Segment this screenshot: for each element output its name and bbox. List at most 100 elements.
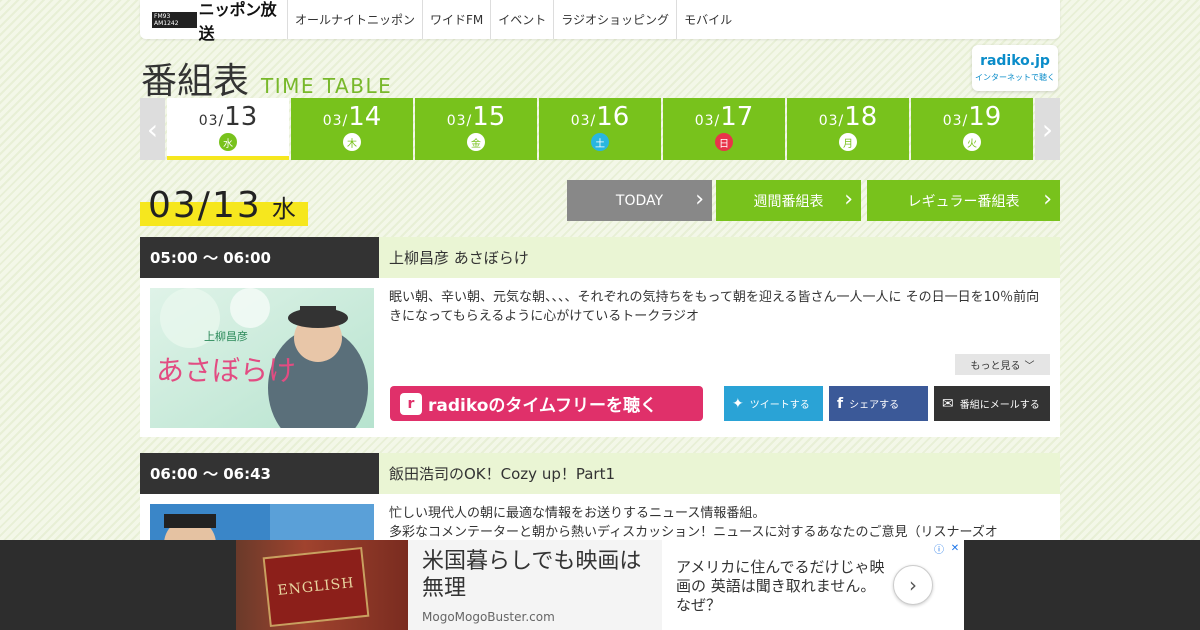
tab-day: 19: [968, 102, 1002, 132]
ad-next-button[interactable]: ›: [893, 565, 933, 605]
date-tab[interactable]: 03/18 月: [787, 98, 909, 160]
next-week-button[interactable]: ›: [1035, 98, 1060, 160]
ad-image[interactable]: ENGLISH: [236, 540, 408, 630]
program-description: 忙しい現代人の朝に最適な情報をお送りするニュース情報番組。 多彩なコメンテーター…: [389, 504, 1048, 542]
ad-info-icon[interactable]: ⓘ: [932, 541, 946, 556]
radiko-icon: r: [400, 392, 422, 415]
twitter-icon: ✦: [732, 395, 744, 412]
program-title[interactable]: 飯田浩司のOK！Cozy up！Part1: [379, 453, 1060, 494]
program-description-line: 忙しい現代人の朝に最適な情報をお送りするニュース情報番組。: [389, 506, 766, 521]
chevron-right-icon: ›: [695, 187, 704, 212]
facebook-icon: f: [837, 395, 844, 412]
page-title-ja: 番組表: [141, 61, 250, 102]
nav-item-allnightnippon[interactable]: オールナイトニッポン: [288, 0, 424, 39]
tab-day: 18: [844, 102, 878, 132]
tab-weekday: 木: [343, 133, 361, 151]
date-tabs: 03/13 水 03/14 木 03/15 金 03/16 土 03/17 日 03/18 月 03/1…: [167, 98, 1035, 160]
program-item: 05:00 ～ 06:00 上柳昌彦 あさぼらけ 上柳昌彦 あさぼらけ 眠い朝、…: [140, 237, 1060, 448]
top-navigation: FM93 AM1242 ニッポン放送 オールナイトニッポン ワイドFM イベント…: [140, 0, 1060, 43]
tab-month: 03/: [818, 113, 845, 129]
date-tab[interactable]: 03/14 木: [291, 98, 413, 160]
date-heading: 03/13 水: [140, 184, 308, 226]
logo-frequency: FM93 AM1242: [152, 11, 197, 28]
date-heading-date: 03/13: [148, 185, 262, 226]
mail-label: 番組にメールする: [959, 400, 1040, 411]
tab-day: 15: [472, 102, 506, 132]
program-image-text: あさぼらけ: [156, 354, 296, 387]
advertisement[interactable]: ENGLISH 米国暮らしでも映画は無理 MogoMogoBuster.com …: [236, 540, 964, 630]
tab-month: 03/: [446, 113, 473, 129]
page-title: 番組表 TIME TABLE: [141, 52, 392, 104]
tab-weekday: 土: [591, 133, 609, 151]
date-tab[interactable]: 03/17 日: [663, 98, 785, 160]
nav-item-widefm[interactable]: ワイドFM: [423, 0, 492, 39]
tab-month: 03/: [322, 113, 349, 129]
radiko-badge[interactable]: radiko.jp インターネットで聴く: [972, 45, 1058, 91]
program-image[interactable]: 上柳昌彦 あさぼらけ: [150, 288, 374, 448]
date-tab[interactable]: 03/16 土: [539, 98, 661, 160]
mail-icon: ✉: [942, 395, 954, 412]
date-heading-dow: 水: [271, 195, 296, 223]
tab-date: 03/15: [447, 103, 506, 131]
ad-close-icon[interactable]: ✕: [948, 541, 962, 555]
tab-date: 03/13: [199, 103, 258, 131]
tab-date: 03/17: [695, 103, 754, 131]
ad-icons: ⓘ ✕: [932, 541, 962, 556]
chevron-right-icon: ›: [844, 187, 853, 212]
program-title[interactable]: 上柳昌彦 あさぼらけ: [379, 237, 1060, 278]
radiko-timefree-button[interactable]: r radikoのタイムフリーを聴く: [390, 386, 703, 421]
tab-month: 03/: [198, 113, 225, 129]
today-label: TODAY: [615, 192, 664, 209]
tab-month: 03/: [570, 113, 597, 129]
radiko-logo: radiko.jp: [980, 53, 1050, 69]
tab-weekday: 金: [467, 133, 485, 151]
date-tab[interactable]: 03/19 火: [911, 98, 1033, 160]
more-label: もっと見る: [970, 361, 1021, 372]
station-logo[interactable]: FM93 AM1242 ニッポン放送: [140, 0, 288, 43]
program-time: 06:00 ～ 06:43: [140, 453, 379, 494]
facebook-share-button[interactable]: f シェアする: [829, 386, 928, 421]
ad-source: MogoMogoBuster.com: [422, 610, 555, 624]
tab-weekday: 月: [839, 133, 857, 151]
date-tab[interactable]: 03/13 水: [167, 98, 289, 160]
tab-weekday: 火: [963, 133, 981, 151]
tab-date: 03/14: [323, 103, 382, 131]
chevron-right-icon: ›: [1043, 187, 1052, 212]
tab-day: 14: [348, 102, 382, 132]
regular-schedule-button[interactable]: レギュラー番組表 ›: [867, 180, 1060, 221]
more-button[interactable]: もっと見る ﹀: [955, 354, 1050, 375]
nav-item-radio-shopping[interactable]: ラジオショッピング: [554, 0, 678, 39]
share-label: シェアする: [849, 400, 900, 411]
page-title-en: TIME TABLE: [261, 74, 393, 98]
mail-button[interactable]: ✉ 番組にメールする: [934, 386, 1050, 421]
tweet-button[interactable]: ✦ ツイートする: [724, 386, 823, 421]
tab-day: 13: [224, 102, 258, 132]
tab-date: 03/16: [571, 103, 630, 131]
regular-label: レギュラー番組表: [907, 193, 1020, 210]
today-button[interactable]: TODAY ›: [567, 180, 712, 221]
ad-headline[interactable]: 米国暮らしでも映画は無理: [422, 548, 648, 602]
weekly-label: 週間番組表: [753, 193, 824, 210]
logo-name: ニッポン放送: [198, 0, 277, 43]
program-image-sub: 上柳昌彦: [204, 329, 248, 343]
nav-item-mobile[interactable]: モバイル: [677, 0, 739, 39]
chevron-left-icon: ‹: [146, 112, 159, 146]
tab-month: 03/: [694, 113, 721, 129]
chevron-down-icon: ﹀: [1024, 361, 1035, 372]
tab-month: 03/: [942, 113, 969, 129]
program-item: 06:00 ～ 06:43 飯田浩司のOK！Cozy up！Part1 忙しい現…: [140, 453, 1060, 570]
nav-item-event[interactable]: イベント: [491, 0, 555, 39]
date-tab[interactable]: 03/15 金: [415, 98, 537, 160]
ad-body[interactable]: アメリカに住んでるだけじゃ映画の 英語は聞き取れません。なぜ？: [676, 558, 886, 615]
tab-day: 17: [720, 102, 754, 132]
chevron-right-icon: ›: [1041, 112, 1054, 146]
tab-weekday: 日: [715, 133, 733, 151]
prev-week-button[interactable]: ‹: [140, 98, 165, 160]
program-description: 眠い朝、辛い朝、元気な朝、、、、それぞれの気持ちをもって朝を迎える皆さん一人一人…: [389, 290, 1040, 324]
radiko-timefree-label: radikoのタイムフリーを聴く: [428, 396, 658, 416]
chevron-right-icon: ›: [909, 573, 917, 597]
weekly-schedule-button[interactable]: 週間番組表 ›: [716, 180, 861, 221]
ad-book-image: ENGLISH: [262, 546, 370, 628]
program-time: 05:00 ～ 06:00: [140, 237, 379, 278]
tweet-label: ツイートする: [749, 400, 810, 411]
